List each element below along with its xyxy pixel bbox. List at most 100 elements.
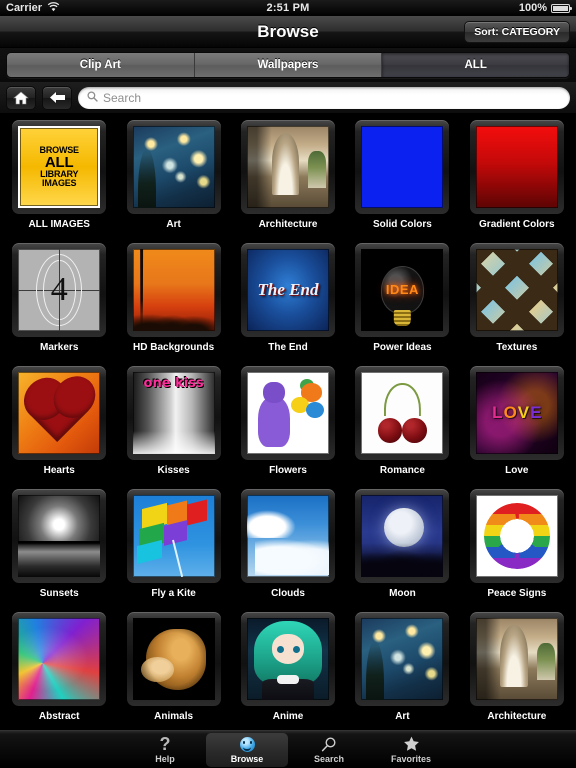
thumbnail[interactable] [469, 120, 564, 214]
grid-item-power-ideas[interactable]: IDEA Power Ideas [345, 240, 459, 363]
grid-row: 4 Markers HD Backgrounds The End The End [2, 240, 574, 363]
grid-item-anime[interactable]: Anime [231, 609, 345, 732]
thumbnail[interactable]: The End [241, 243, 336, 337]
cherry-right [402, 417, 428, 443]
grid-item-caption: Architecture [258, 219, 318, 230]
magnifier-icon [321, 736, 337, 753]
thumbnail[interactable]: L O V E [469, 366, 564, 460]
search-field[interactable]: Search [78, 86, 570, 109]
thumbnail[interactable] [469, 489, 564, 583]
thumbnail[interactable] [355, 120, 450, 214]
love-letter-o: O [503, 403, 517, 422]
grid-item-animals[interactable]: Animals [116, 609, 230, 732]
grid-item-architecture-2[interactable]: Architecture [460, 609, 574, 732]
segment-clip-art[interactable]: Clip Art [7, 53, 195, 77]
thumbnail[interactable]: IDEA [355, 243, 450, 337]
grid-item-textures[interactable]: Textures [460, 240, 574, 363]
thumbnail[interactable] [12, 612, 107, 706]
grid-row: BROWSE ALL LIBRARY IMAGES ALL IMAGES Art [2, 117, 574, 240]
grid-item-architecture[interactable]: Architecture [231, 117, 345, 240]
grid-item-markers[interactable]: 4 Markers [2, 240, 116, 363]
grid-item-sunsets[interactable]: Sunsets [2, 486, 116, 609]
segment-all[interactable]: ALL [382, 53, 569, 77]
grid-item-romance[interactable]: Romance [345, 363, 459, 486]
grid-item-the-end[interactable]: The End The End [231, 240, 345, 363]
grid-item-caption: Architecture [487, 711, 547, 722]
home-icon [13, 91, 29, 105]
artwork-markers: 4 [18, 249, 101, 331]
grid-item-peace-signs[interactable]: Peace Signs [460, 486, 574, 609]
thumbnail[interactable] [469, 612, 564, 706]
battery-percent-label: 100% [518, 2, 547, 14]
cherry-left [377, 417, 403, 443]
sort-button[interactable]: Sort: CATEGORY [464, 21, 570, 43]
grid-item-hearts[interactable]: Hearts [2, 363, 116, 486]
grid-item-art[interactable]: Art [116, 117, 230, 240]
grid-item-all-images[interactable]: BROWSE ALL LIBRARY IMAGES ALL IMAGES [2, 117, 116, 240]
grid-item-flowers[interactable]: Flowers [231, 363, 345, 486]
grid-item-abstract[interactable]: Abstract [2, 609, 116, 732]
segmented-control[interactable]: Clip Art Wallpapers ALL [6, 52, 570, 78]
artwork-starry-night [132, 126, 215, 208]
thumbnail[interactable] [241, 120, 336, 214]
thumbnail[interactable] [12, 366, 107, 460]
kite-string [171, 539, 184, 577]
status-bar: Carrier 2:51 PM 100% [0, 0, 576, 16]
thumbnail[interactable] [355, 489, 450, 583]
grid-row: Hearts one kiss Kisses Flowers Romance L… [2, 363, 574, 486]
character-head [263, 381, 285, 404]
thumbnail[interactable] [126, 243, 221, 337]
back-button[interactable] [42, 85, 72, 110]
segment-wallpapers[interactable]: Wallpapers [194, 53, 383, 77]
thumbnail[interactable] [126, 612, 221, 706]
grid-item-love[interactable]: L O V E Love [460, 363, 574, 486]
grid-item-art-2[interactable]: Art [345, 609, 459, 732]
grid-item-caption: ALL IMAGES [28, 219, 90, 230]
thumbnail[interactable] [241, 366, 336, 460]
thumbnail[interactable]: one kiss [126, 366, 221, 460]
thumbnail[interactable]: 4 [12, 243, 107, 337]
thumbnail[interactable] [12, 489, 107, 583]
battery-full-icon [551, 3, 572, 13]
grid-item-caption: Love [505, 465, 529, 476]
artwork-power-ideas: IDEA [361, 249, 444, 331]
artwork-architecture [475, 618, 558, 700]
art-line-4: IMAGES [42, 178, 77, 188]
grid-item-gradient-colors[interactable]: Gradient Colors [460, 117, 574, 240]
thumbnail[interactable] [126, 120, 221, 214]
love-letter-e: E [530, 403, 542, 422]
thumbnail[interactable] [469, 243, 564, 337]
thumbnail[interactable] [126, 489, 221, 583]
home-button[interactable] [6, 85, 36, 110]
lightbulb-base [394, 309, 411, 327]
thumbnail[interactable] [241, 612, 336, 706]
question-mark-icon: ? [159, 734, 171, 754]
grid-item-hd-backgrounds[interactable]: HD Backgrounds [116, 240, 230, 363]
one-kiss-text: one kiss [143, 376, 204, 391]
grid-item-caption: HD Backgrounds [133, 342, 215, 353]
tab-browse[interactable]: Browse [206, 732, 288, 767]
tab-favorites[interactable]: Favorites [370, 733, 452, 767]
lightbulb-icon: IDEA [381, 266, 424, 314]
thumbnail[interactable] [241, 489, 336, 583]
artwork-gradient-color [475, 126, 558, 208]
grid-item-clouds[interactable]: Clouds [231, 486, 345, 609]
thumbnail[interactable]: BROWSE ALL LIBRARY IMAGES [12, 120, 107, 214]
search-input[interactable]: Search [103, 91, 141, 105]
app-root: Carrier 2:51 PM 100% Browse Sort: CATEGO… [0, 0, 576, 768]
artwork-animals [132, 618, 215, 700]
thumbnail[interactable] [355, 366, 450, 460]
tab-help[interactable]: ? Help [124, 733, 206, 767]
grid-item-moon[interactable]: Moon [345, 486, 459, 609]
grid-item-caption: Kisses [157, 465, 190, 476]
grid-item-caption: Flowers [269, 465, 307, 476]
grid-item-solid-colors[interactable]: Solid Colors [345, 117, 459, 240]
thumbnail[interactable] [355, 612, 450, 706]
artwork-all-images: BROWSE ALL LIBRARY IMAGES [18, 126, 101, 208]
grid-item-caption: The End [268, 342, 308, 353]
grid-item-fly-a-kite[interactable]: Fly a Kite [116, 486, 230, 609]
artwork-solid-color [361, 126, 444, 208]
grid-item-kisses[interactable]: one kiss Kisses [116, 363, 230, 486]
search-icon [87, 89, 98, 107]
tab-search[interactable]: Search [288, 733, 370, 767]
